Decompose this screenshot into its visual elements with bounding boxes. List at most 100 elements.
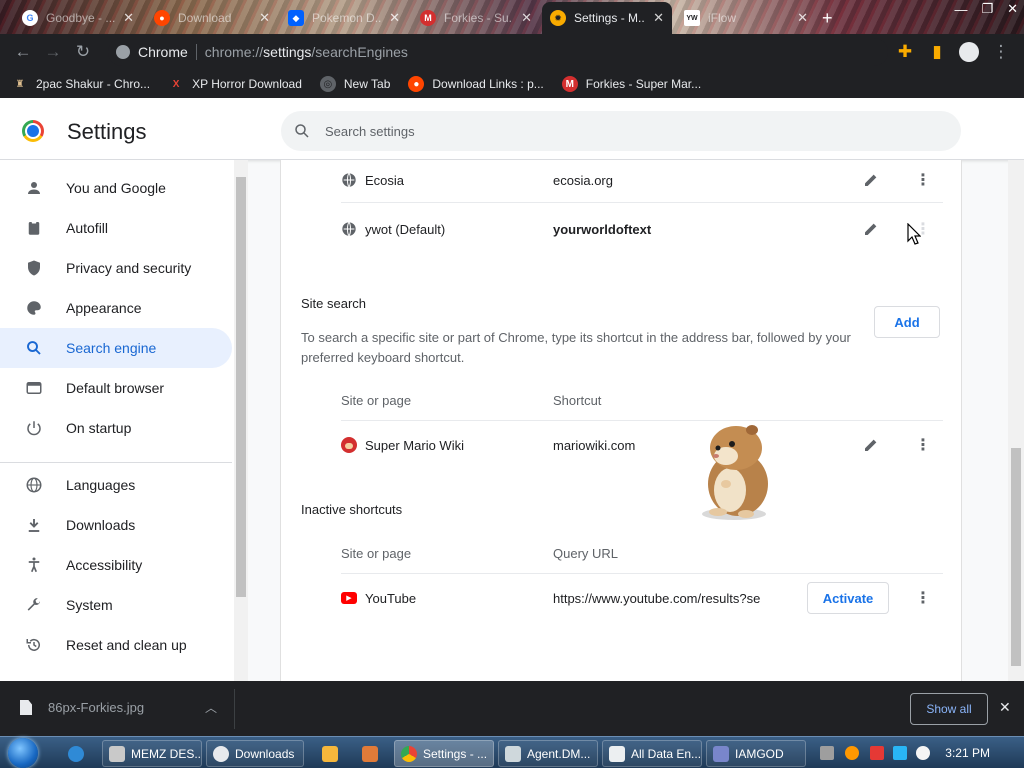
system-clock[interactable]: 3:21 PM bbox=[945, 746, 990, 760]
column-header-query-url: Query URL bbox=[553, 545, 619, 561]
tab-settings[interactable]: ✹ Settings - M... ✕ bbox=[542, 2, 672, 34]
bookmark-new-tab[interactable]: ◎ New Tab bbox=[319, 76, 390, 92]
tab-download[interactable]: ● Download ✕ bbox=[146, 4, 278, 32]
nav-reset-clean-up[interactable]: Reset and clean up bbox=[0, 625, 232, 665]
file-icon bbox=[20, 700, 32, 715]
nav-downloads[interactable]: Downloads bbox=[0, 505, 232, 545]
taskbar-item-agent[interactable]: Agent.DM... bbox=[498, 740, 598, 767]
edit-pencil-icon[interactable] bbox=[859, 217, 883, 241]
tab-label: Settings - M... bbox=[574, 11, 646, 25]
close-icon[interactable]: ✕ bbox=[123, 10, 134, 26]
row-divider bbox=[341, 420, 943, 421]
site-label: Chrome bbox=[138, 44, 188, 60]
search-settings-input[interactable]: Search settings bbox=[281, 111, 961, 151]
bookmark-2pac[interactable]: ♜ 2pac Shakur - Chro... bbox=[12, 76, 151, 92]
minimize-icon[interactable]: — bbox=[954, 2, 967, 17]
tray-network-icon[interactable] bbox=[893, 746, 907, 760]
tray-flag-icon[interactable] bbox=[870, 746, 884, 760]
nav-system[interactable]: System bbox=[0, 585, 232, 625]
more-actions-icon[interactable]: ⋮ bbox=[911, 433, 935, 457]
site-search-heading: Site search bbox=[301, 296, 367, 311]
add-site-search-button[interactable]: Add bbox=[874, 306, 940, 338]
edit-pencil-icon[interactable] bbox=[859, 433, 883, 457]
nav-you-and-google[interactable]: You and Google bbox=[0, 168, 232, 208]
tab-forkies[interactable]: M Forkies - Su... ✕ bbox=[412, 4, 540, 32]
taskbar-item-settings[interactable]: Settings - ... bbox=[394, 740, 494, 767]
edit-pencil-icon[interactable] bbox=[859, 168, 883, 192]
taskbar-item-memz[interactable]: MEMZ DES... bbox=[102, 740, 202, 767]
bookmark-forkies[interactable]: M Forkies - Super Mar... bbox=[561, 76, 701, 92]
close-icon[interactable]: ✕ bbox=[797, 10, 808, 26]
taskbar-item-downloads[interactable]: Downloads bbox=[206, 740, 304, 767]
show-all-button[interactable]: Show all bbox=[910, 693, 988, 725]
forward-icon[interactable]: → bbox=[38, 37, 68, 67]
engine-name: Ecosia bbox=[365, 172, 405, 188]
nav-autofill[interactable]: Autofill bbox=[0, 208, 232, 248]
more-actions-icon[interactable]: ⋮ bbox=[911, 168, 935, 192]
bookmark-download-links[interactable]: ● Download Links : p... bbox=[408, 76, 544, 92]
close-shelf-icon[interactable]: ✕ bbox=[999, 699, 1011, 716]
column-header-site: Site or page bbox=[341, 545, 412, 561]
back-icon[interactable]: ← bbox=[8, 37, 38, 67]
close-window-icon[interactable]: ✕ bbox=[1007, 1, 1018, 17]
tab-pokemon[interactable]: ◆ Pokemon D... ✕ bbox=[280, 4, 408, 32]
tab-goodbye[interactable]: G Goodbye - ... ✕ bbox=[14, 4, 142, 32]
site-search-description: To search a specific site or part of Chr… bbox=[301, 330, 851, 365]
search-placeholder: Search settings bbox=[325, 123, 415, 139]
mario-icon bbox=[341, 437, 357, 453]
tab-label: Goodbye - ... bbox=[46, 11, 116, 25]
browser-icon bbox=[24, 378, 44, 398]
sidebar-scrollbar-thumb[interactable] bbox=[236, 177, 246, 597]
extensions-icon[interactable]: ✚ bbox=[890, 37, 920, 67]
nav-languages[interactable]: Languages bbox=[0, 465, 232, 505]
tab-strip: G Goodbye - ... ✕ ● Download ✕ ◆ Pokemon… bbox=[0, 0, 1024, 34]
gear-icon: ✹ bbox=[550, 10, 566, 26]
shield-icon bbox=[24, 258, 44, 278]
close-icon[interactable]: ✕ bbox=[521, 10, 532, 26]
start-button[interactable] bbox=[8, 738, 38, 768]
nav-on-startup[interactable]: On startup bbox=[0, 408, 232, 448]
taskbar-item-iamgod[interactable]: IAMGOD bbox=[706, 740, 806, 767]
taskbar-item-all-data[interactable]: All Data En... bbox=[602, 740, 702, 767]
download-shelf: 86px-Forkies.jpg ︿ Show all ✕ bbox=[0, 681, 1024, 736]
reload-icon[interactable]: ↻ bbox=[68, 37, 98, 67]
new-tab-button[interactable]: + bbox=[814, 4, 840, 32]
close-icon[interactable]: ✕ bbox=[653, 10, 664, 26]
tab-label: Pokemon D... bbox=[312, 11, 382, 25]
tray-icon[interactable] bbox=[845, 746, 859, 760]
nav-default-browser[interactable]: Default browser bbox=[0, 368, 232, 408]
download-item[interactable]: 86px-Forkies.jpg bbox=[20, 700, 144, 715]
nav-search-engine[interactable]: Search engine bbox=[0, 328, 232, 368]
page-scrollbar-thumb[interactable] bbox=[1011, 448, 1021, 666]
tray-volume-icon[interactable] bbox=[916, 746, 930, 760]
internet-explorer-icon[interactable] bbox=[62, 740, 92, 767]
activate-button[interactable]: Activate bbox=[807, 582, 889, 614]
tray-icon[interactable] bbox=[820, 746, 834, 760]
globe-icon: ◎ bbox=[319, 76, 336, 92]
side-panel-icon[interactable]: ▮ bbox=[922, 37, 952, 67]
close-icon[interactable]: ✕ bbox=[389, 10, 400, 26]
youtube-icon: ▶ bbox=[341, 592, 357, 604]
globe-icon bbox=[342, 172, 356, 188]
search-engine-row: Ecosia ecosia.org bbox=[341, 160, 943, 200]
search-engine-row: ywot (Default) yourworldoftext bbox=[341, 209, 943, 249]
menu-kebab-icon[interactable]: ⋮ bbox=[986, 37, 1016, 67]
engine-keyword: ecosia.org bbox=[553, 172, 613, 188]
address-bar[interactable]: Chrome chrome://settings/searchEngines bbox=[108, 38, 888, 66]
tool-icon[interactable] bbox=[356, 740, 380, 767]
nav-accessibility[interactable]: Accessibility bbox=[0, 545, 232, 585]
more-actions-icon[interactable]: ⋮ bbox=[911, 586, 935, 610]
settings-header: Settings Search settings bbox=[0, 102, 1024, 160]
profile-avatar-icon[interactable] bbox=[954, 37, 984, 67]
chevron-up-icon[interactable]: ︿ bbox=[205, 699, 217, 716]
tab-iflow[interactable]: YW iFlow ✕ bbox=[676, 4, 816, 32]
hamster-image bbox=[702, 425, 768, 520]
nav-appearance[interactable]: Appearance bbox=[0, 288, 232, 328]
close-icon[interactable]: ✕ bbox=[259, 10, 270, 26]
power-icon bbox=[24, 418, 44, 438]
media-player-icon[interactable] bbox=[316, 740, 340, 767]
maximize-icon[interactable]: ❐ bbox=[981, 1, 993, 17]
chrome-logo-icon bbox=[22, 120, 44, 142]
nav-privacy-security[interactable]: Privacy and security bbox=[0, 248, 232, 288]
bookmark-xp-horror[interactable]: X XP Horror Download bbox=[168, 76, 302, 92]
